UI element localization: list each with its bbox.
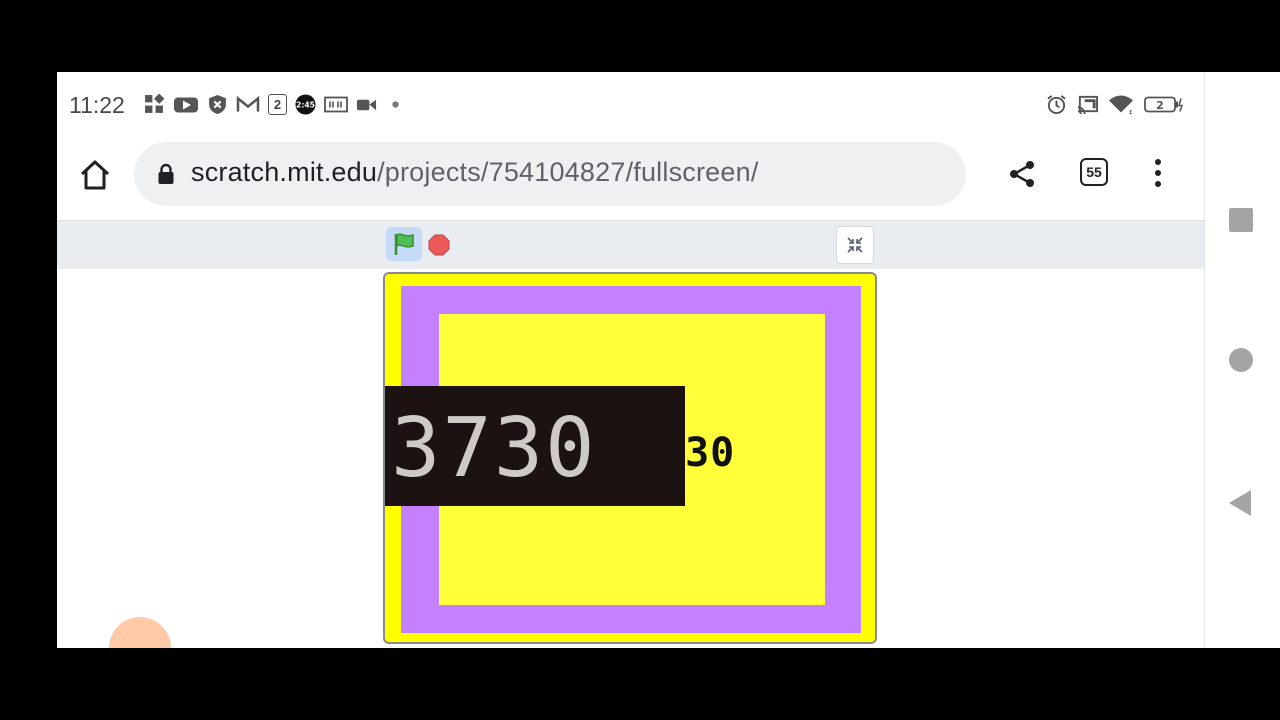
phone-screen: 11:22 2 2:45 ↕ 2 scratch.mit.edu/project… [57,72,1280,648]
system-status-icons: ↕ 2 [1046,94,1184,115]
share-button[interactable] [1007,159,1037,189]
lock-icon [158,163,174,184]
svg-text:2:45: 2:45 [296,100,315,109]
home-button[interactable] [77,157,113,193]
notification-count-badge: 2 [268,94,287,115]
url-host: scratch.mit.edu [191,157,378,187]
recents-button[interactable] [1229,208,1253,232]
url-path: /projects/754104827/fullscreen/ [377,157,759,187]
shield-x-icon [207,94,228,115]
home-nav-button[interactable] [1229,348,1253,372]
video-icon [356,94,377,115]
stop-button[interactable] [428,234,450,256]
address-bar[interactable]: scratch.mit.edu/projects/754104827/fulls… [134,142,966,206]
tab-switcher-button[interactable]: 55 [1080,158,1108,186]
url-text: scratch.mit.edu/projects/754104827/fulls… [191,157,759,188]
share-icon [1010,161,1034,187]
cast-icon [1077,94,1098,115]
svg-text:↕: ↕ [1128,110,1133,116]
scratch-controls-bar [57,220,1204,269]
overflow-menu-button[interactable] [1147,156,1169,190]
touch-indicator [109,617,171,648]
android-nav-bar [1204,72,1280,648]
status-bar: 11:22 2 2:45 ↕ 2 [57,72,1204,138]
clock-app-icon: 2:45 [295,94,316,115]
widget-icon [144,94,165,115]
overlay-number: 3730 [391,401,597,496]
notification-icons: 2 2:45 [144,94,406,115]
exit-fullscreen-button[interactable] [836,226,874,264]
gmail-icon [236,94,260,115]
status-time: 11:22 [69,92,125,118]
browser-toolbar: scratch.mit.edu/projects/754104827/fulls… [57,142,1204,216]
green-flag-button[interactable] [386,227,422,261]
menu-dot-icon [1155,169,1161,176]
green-flag-icon [394,233,414,255]
svg-text:2: 2 [1156,99,1164,112]
alarm-icon [1046,94,1067,115]
scratch-stage[interactable]: 730 3730 [383,272,877,644]
video-overlay-box: 3730 [385,386,685,506]
exit-fullscreen-icon [847,237,863,253]
more-notifications-dot-icon [385,94,406,115]
media-icon [324,94,348,115]
youtube-icon [173,94,199,115]
menu-dot-icon [1155,158,1161,165]
battery-icon: 2 [1144,94,1184,115]
wifi-icon: ↕ [1108,94,1134,115]
back-button[interactable] [1229,490,1251,516]
stop-sign-icon [428,234,450,256]
home-icon [80,160,110,190]
menu-dot-icon [1155,181,1161,188]
